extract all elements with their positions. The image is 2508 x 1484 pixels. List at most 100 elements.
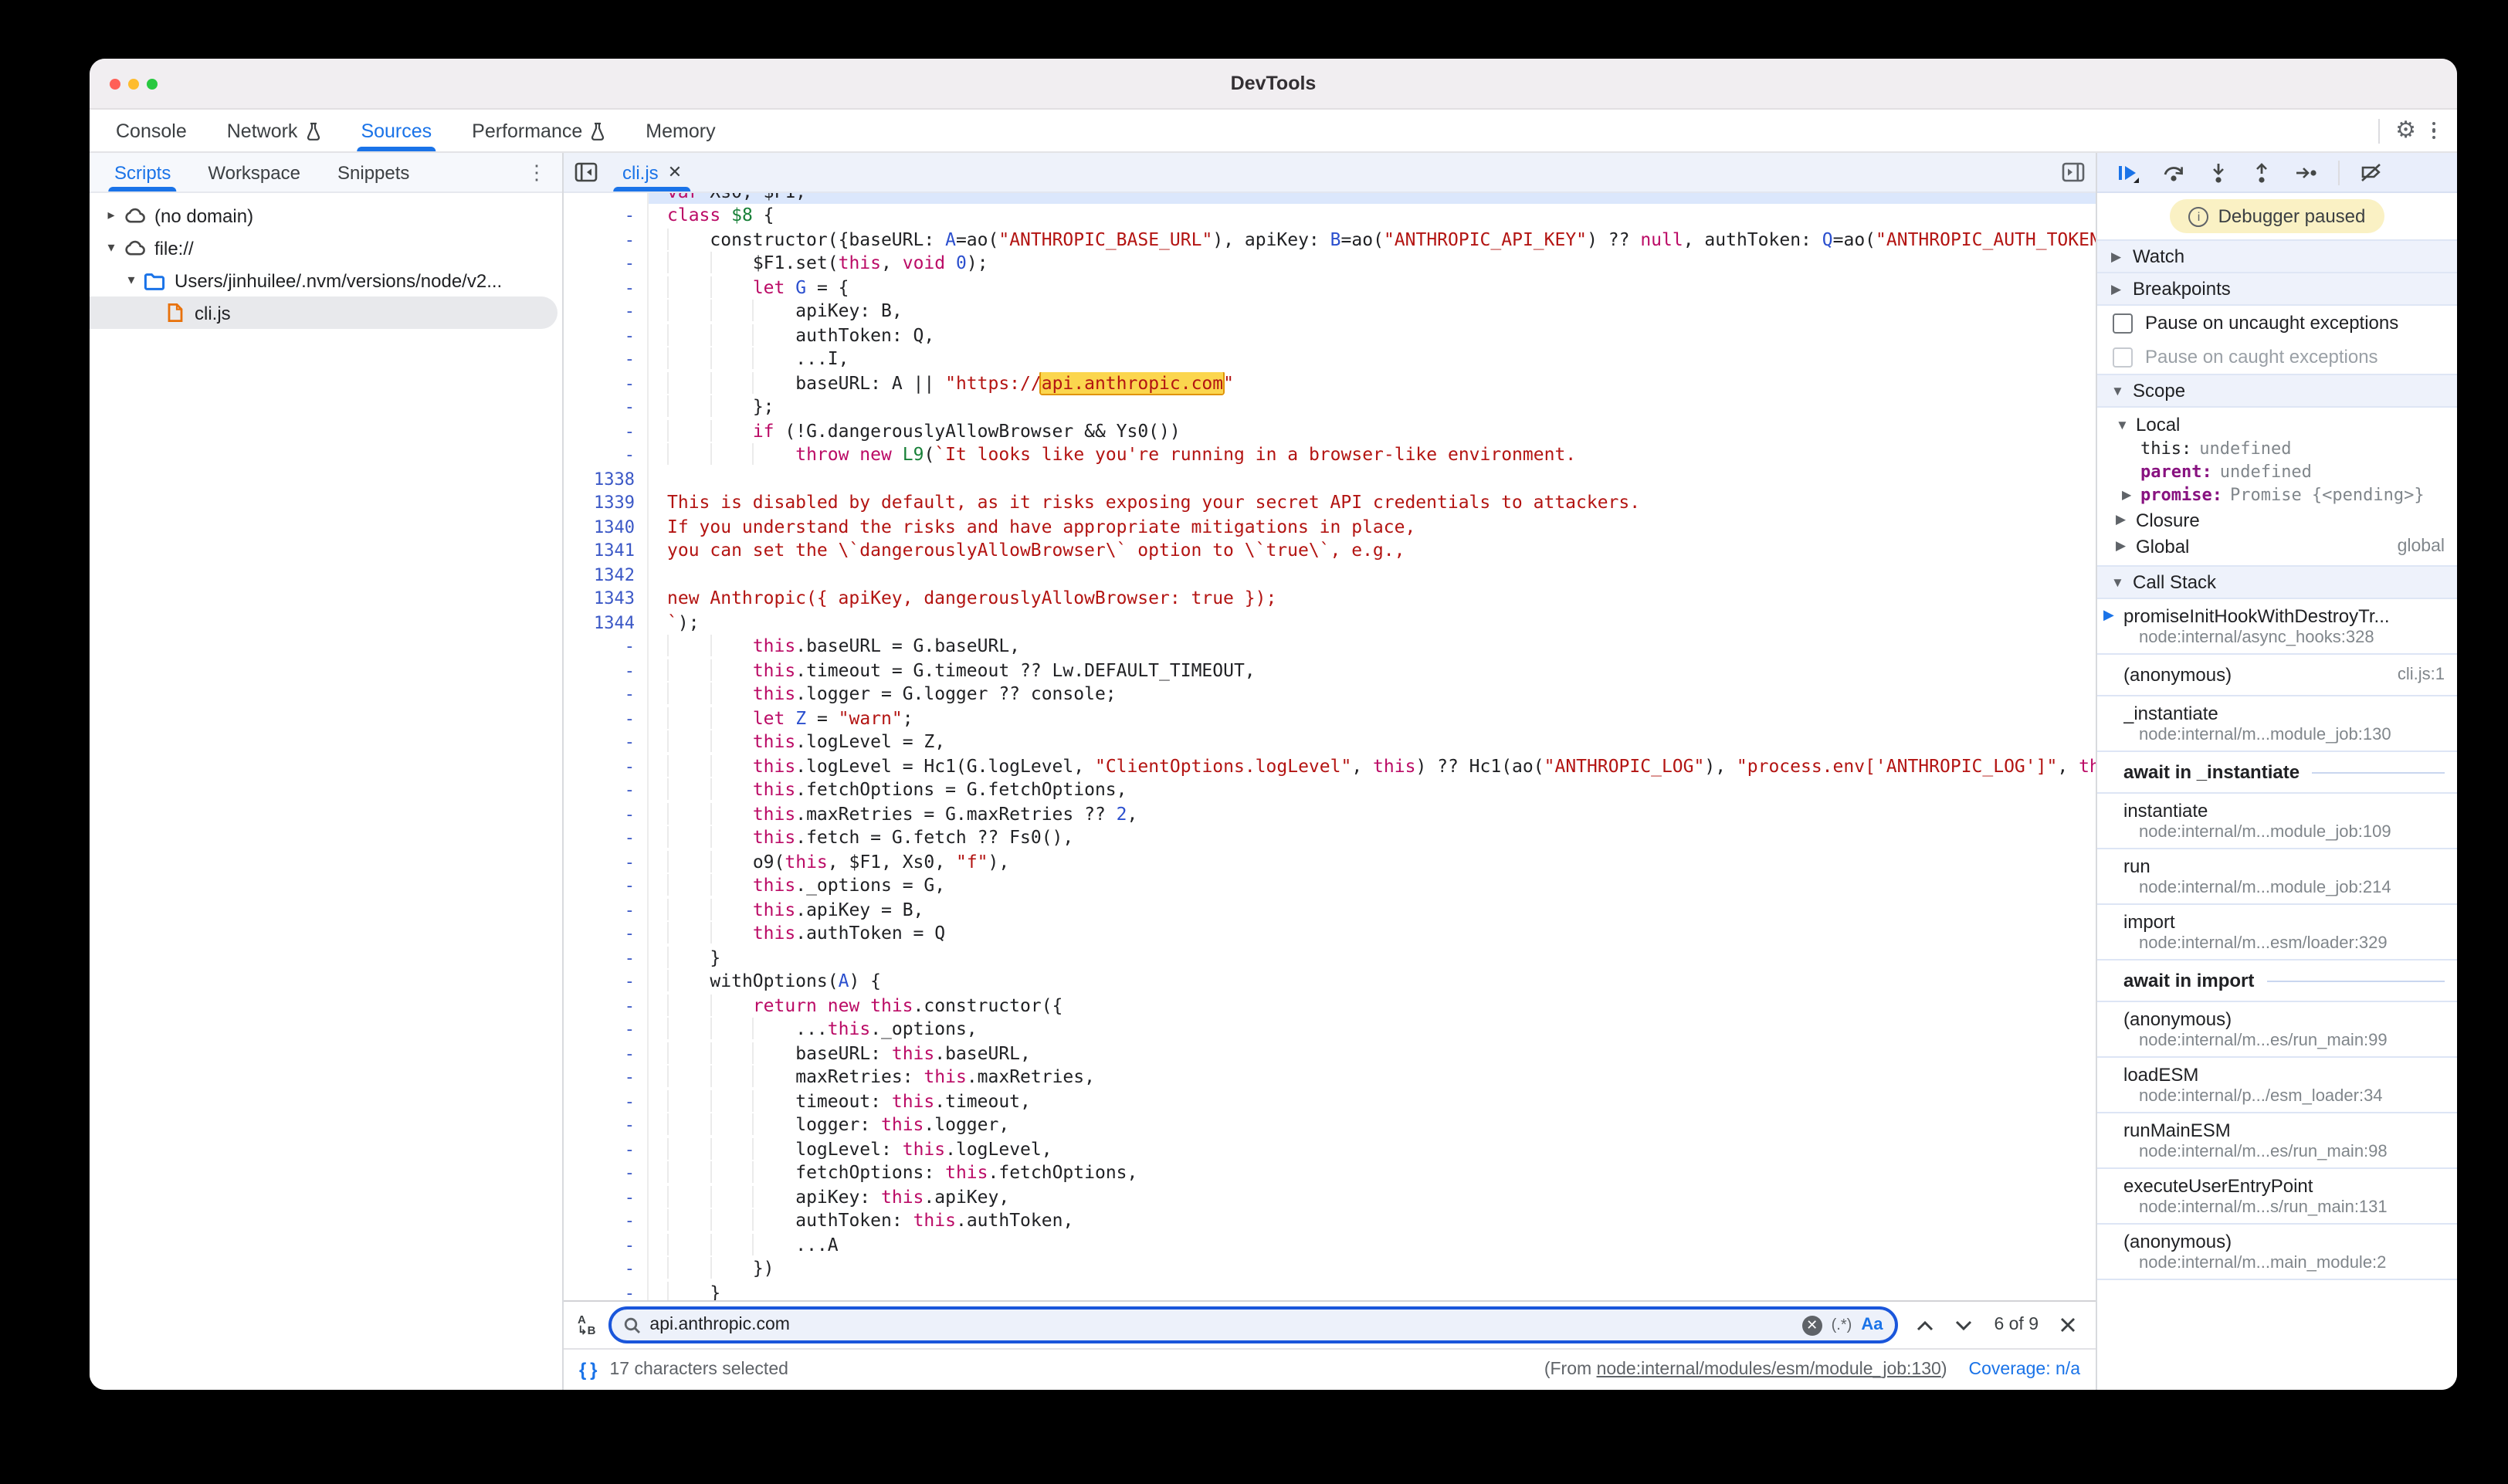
stack-frame[interactable]: runnode:internal/m...module_job:214 [2097,849,2457,905]
stack-frame[interactable]: loadESMnode:internal/p.../esm_loader:34 [2097,1058,2457,1113]
code-editor[interactable]: var Xs0, $F1; -class $8 {- constructor({… [564,193,2096,1300]
regex-toggle-icon[interactable]: (.*) [1832,1316,1852,1333]
gutter-line-number[interactable]: - [564,850,649,874]
gutter-line-number[interactable]: - [564,1257,649,1281]
maximize-window-button[interactable] [147,78,158,89]
resume-script-button[interactable] [2116,161,2139,183]
scope-variable-parent[interactable]: parent:undefined [2097,460,2457,483]
gutter-line-number[interactable]: - [564,778,649,802]
stack-frame[interactable]: instantiatenode:internal/m...module_job:… [2097,794,2457,849]
code-line-text[interactable]: throw new L9(`It looks like you're runni… [649,443,2096,467]
gutter-line-number[interactable]: - [564,826,649,850]
gutter-line-number[interactable]: - [564,1281,649,1300]
more-options-icon[interactable] [2422,122,2445,140]
code-line-text[interactable]: ...I, [649,347,2096,371]
section-scope[interactable]: ▼Scope [2097,374,2457,408]
code-line-text[interactable]: let G = { [649,276,2096,300]
source-origin-link[interactable]: node:internal/modules/esm/module_job:130 [1597,1360,1941,1379]
code-line-text[interactable]: This is disabled by default, as it risks… [649,491,2096,515]
code-line-text[interactable]: $F1.set(this, void 0); [649,252,2096,276]
gutter-line-number[interactable]: 1344 [564,611,649,635]
step-out-button[interactable] [2252,161,2272,183]
tab-memory[interactable]: Memory [625,110,735,151]
stack-frame[interactable]: (anonymous)cli.js:1 [2097,655,2457,696]
stack-frame[interactable]: importnode:internal/m...esm/loader:329 [2097,905,2457,961]
code-line-text[interactable]: constructor({baseURL: A=ao("ANTHROPIC_BA… [649,228,2096,252]
close-tab-icon[interactable]: ✕ [668,162,682,182]
code-line-text[interactable]: this.fetchOptions = G.fetchOptions, [649,778,2096,802]
gutter-line-number[interactable] [564,193,649,204]
code-line-text[interactable]: baseURL: A || "https://api.anthropic.com… [649,371,2096,395]
scope-section-local[interactable]: ▼Local [2097,411,2457,437]
tree-item-users-jinhuilee-nvm-versions-node-v2-[interactable]: ▾Users/jinhuilee/.nvm/versions/node/v2..… [90,264,562,296]
gutter-line-number[interactable]: - [564,443,649,467]
step-button[interactable] [2295,163,2318,181]
code-line-text[interactable]: this.timeout = G.timeout ?? Lw.DEFAULT_T… [649,659,2096,683]
disclosure-collapsed-icon[interactable]: ▶ [2122,488,2140,502]
disclosure-collapsed-icon[interactable]: ▸ [102,207,120,224]
code-line-text[interactable]: this.fetch = G.fetch ?? Fs0(), [649,826,2096,850]
gutter-line-number[interactable]: - [564,922,649,946]
code-line-text[interactable]: ...this._options, [649,1018,2096,1042]
settings-gear-icon[interactable]: ⚙ [2395,119,2416,142]
tab-network[interactable]: Network [207,110,341,151]
code-line-text[interactable]: maxRetries: this.maxRetries, [649,1066,2096,1089]
gutter-line-number[interactable]: - [564,754,649,778]
disclosure-expanded-icon[interactable]: ▾ [102,239,120,256]
gutter-line-number[interactable]: - [564,1209,649,1233]
next-match-icon[interactable] [1955,1320,1972,1330]
gutter-line-number[interactable]: - [564,1089,649,1113]
code-line-text[interactable]: class $8 { [649,204,2096,228]
gutter-line-number[interactable]: - [564,371,649,395]
stack-frame[interactable]: executeUserEntryPointnode:internal/m...s… [2097,1169,2457,1225]
scope-variable-this[interactable]: this:undefined [2097,437,2457,460]
tree-item--no-domain-[interactable]: ▸(no domain) [90,199,562,232]
gutter-line-number[interactable]: 1343 [564,587,649,611]
checkbox[interactable] [2113,347,2133,367]
code-line-text[interactable]: logger: this.logger, [649,1113,2096,1137]
code-line-text[interactable] [649,563,2096,587]
gutter-line-number[interactable]: - [564,994,649,1018]
code-line-text[interactable]: this.authToken = Q [649,922,2096,946]
gutter-line-number[interactable]: - [564,1233,649,1257]
gutter-line-number[interactable]: 1340 [564,515,649,539]
match-case-toggle-icon[interactable]: Aa [1861,1316,1883,1334]
gutter-line-number[interactable]: - [564,659,649,683]
code-line-text[interactable]: ...A [649,1233,2096,1257]
gutter-line-number[interactable]: - [564,706,649,730]
code-line-text[interactable]: baseURL: this.baseURL, [649,1042,2096,1066]
search-field[interactable]: ✕ (.*) Aa [608,1306,1898,1343]
toggle-navigator-icon[interactable] [574,162,598,182]
find-replace-toggle-icon[interactable]: A↳B [578,1313,595,1337]
gutter-line-number[interactable]: - [564,228,649,252]
navigator-tab-scripts[interactable]: Scripts [96,153,189,191]
code-line-text[interactable]: this.baseURL = G.baseURL, [649,635,2096,659]
gutter-line-number[interactable]: - [564,1042,649,1066]
code-line-text[interactable]: this.logger = G.logger ?? console; [649,683,2096,706]
code-line-text[interactable]: } [649,1281,2096,1300]
gutter-line-number[interactable]: - [564,324,649,347]
code-line-text[interactable]: new Anthropic({ apiKey, dangerouslyAllow… [649,587,2096,611]
pretty-print-icon[interactable]: { } [579,1359,598,1381]
gutter-line-number[interactable]: - [564,946,649,970]
gutter-line-number[interactable]: - [564,635,649,659]
stack-frame[interactable]: (anonymous)node:internal/m...es/run_main… [2097,1002,2457,1058]
gutter-line-number[interactable]: 1341 [564,539,649,563]
code-line-text[interactable]: this.logLevel = Z, [649,730,2096,754]
gutter-line-number[interactable]: - [564,1113,649,1137]
previous-match-icon[interactable] [1917,1320,1934,1330]
gutter-line-number[interactable]: - [564,252,649,276]
code-line-text[interactable]: `); [649,611,2096,635]
code-line-text[interactable]: if (!G.dangerouslyAllowBrowser && Ys0()) [649,419,2096,443]
code-line-text[interactable]: withOptions(A) { [649,970,2096,994]
code-line-text[interactable]: let Z = "warn"; [649,706,2096,730]
scope-section-closure[interactable]: ▶Closure [2097,507,2457,533]
section-call-stack[interactable]: ▼Call Stack [2097,565,2457,599]
navigator-tab-workspace[interactable]: Workspace [189,153,319,191]
gutter-line-number[interactable]: 1338 [564,467,649,491]
gutter-line-number[interactable]: - [564,1185,649,1209]
code-line-text[interactable]: this.maxRetries = G.maxRetries ?? 2, [649,802,2096,826]
stack-frame[interactable]: (anonymous)node:internal/m...main_module… [2097,1225,2457,1280]
code-line-text[interactable]: you can set the \`dangerouslyAllowBrowse… [649,539,2096,563]
section-watch[interactable]: ▶Watch [2097,239,2457,273]
